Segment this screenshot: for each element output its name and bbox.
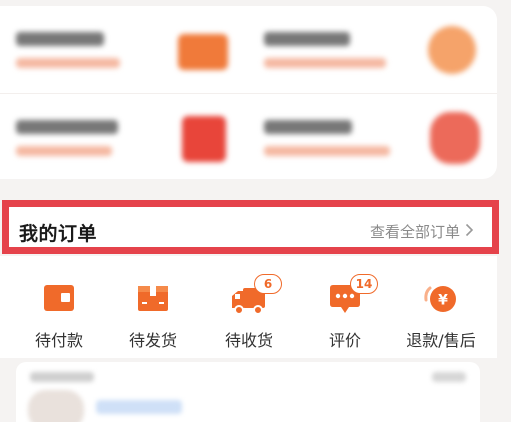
status-refund[interactable]: ¥ 退款/售后 — [392, 256, 490, 358]
mine-page: 我的订单 查看全部订单 待付款 待发货 6 待收货 14 评价 ¥ 退款/售后 — [0, 0, 511, 422]
orders-header: 我的订单 查看全部订单 — [2, 200, 499, 254]
promo-divider — [0, 93, 497, 94]
orders-title: 我的订单 — [19, 223, 98, 245]
status-pending-shipment[interactable]: 待发货 — [104, 256, 202, 358]
chevron-right-icon — [465, 223, 474, 241]
box-icon — [133, 282, 173, 316]
promo-tile[interactable] — [0, 94, 248, 179]
promo-tile[interactable] — [0, 6, 248, 93]
status-label: 待收货 — [224, 331, 273, 350]
view-all-orders-label: 查看全部订单 — [369, 223, 460, 241]
refund-icon: ¥ — [421, 282, 461, 316]
promo-tile[interactable] — [248, 94, 497, 179]
status-pending-payment[interactable]: 待付款 — [10, 256, 108, 358]
view-all-orders-link[interactable]: 查看全部订单 — [370, 221, 474, 242]
order-preview-card[interactable] — [16, 362, 480, 422]
order-status-row: 待付款 待发货 6 待收货 14 评价 ¥ 退款/售后 — [0, 256, 497, 358]
status-label: 待发货 — [128, 331, 177, 350]
review-count-badge: 14 — [350, 274, 378, 294]
order-preview-blurred-content — [16, 362, 480, 422]
receipt-count-badge: 6 — [254, 274, 282, 294]
status-label: 待付款 — [34, 331, 83, 350]
status-pending-receipt[interactable]: 6 待收货 — [200, 256, 298, 358]
promo-tile[interactable] — [248, 6, 497, 93]
status-label: 评价 — [328, 331, 361, 350]
wallet-icon — [39, 282, 79, 316]
promo-card[interactable] — [0, 6, 497, 179]
svg-text:¥: ¥ — [438, 293, 448, 309]
status-review[interactable]: 14 评价 — [296, 256, 394, 358]
status-label: 退款/售后 — [406, 331, 476, 350]
